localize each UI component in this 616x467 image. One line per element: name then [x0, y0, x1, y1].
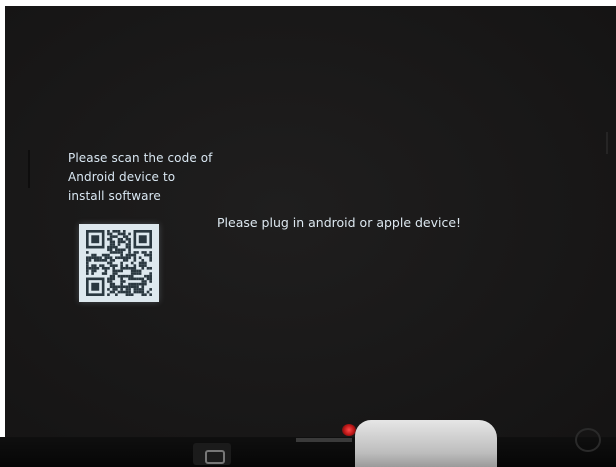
- round-object: [575, 428, 601, 452]
- red-indicator-light: [342, 424, 356, 436]
- photo-frame: Please scan the code of Android device t…: [0, 0, 616, 467]
- cable: [296, 438, 352, 442]
- scan-instructions-line-1: Please scan the code of: [68, 151, 213, 165]
- scan-instructions-line-3: install software: [68, 189, 161, 203]
- qr-code-graphic: [86, 230, 152, 296]
- screen-edge-mark: [28, 150, 30, 188]
- projector-device: [355, 420, 497, 467]
- small-device-face: [205, 450, 225, 464]
- plug-in-message: Please plug in android or apple device!: [217, 215, 462, 230]
- scan-instructions: Please scan the code of Android device t…: [68, 149, 268, 206]
- scan-instructions-line-2: Android device to: [68, 170, 176, 184]
- screen-edge-mark-right: [606, 132, 608, 154]
- qr-code-icon: [79, 224, 159, 302]
